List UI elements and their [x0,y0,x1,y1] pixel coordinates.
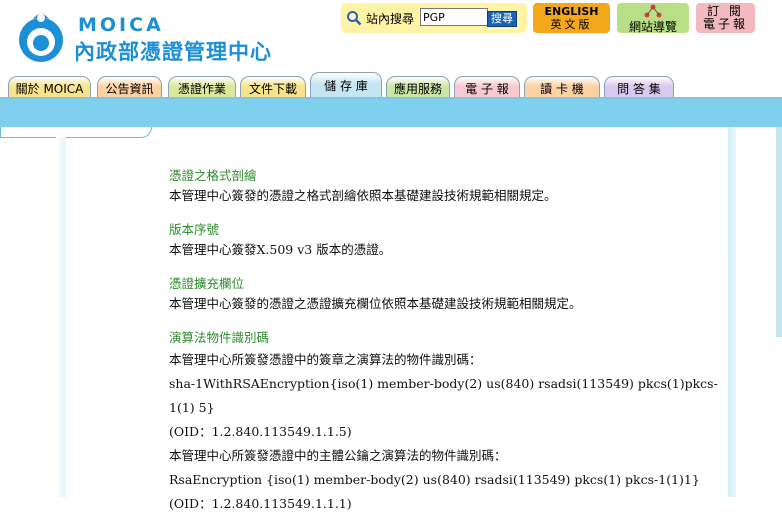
tab-faq[interactable]: 問 答 集 [604,76,674,98]
section-format-profile: 憑證之格式剖繪 本管理中心簽發的憑證之格式剖繪依照本基礎建設技術規範相關規定。 [169,166,729,206]
site-search: 站內搜尋 搜尋 [341,3,527,33]
section-algorithm-oid: 演算法物件識別碼 本管理中心所簽發憑證中的簽章之演算法的物件識別碼： sha-1… [169,328,729,516]
section-text: 本管理中心簽發的憑證之格式剖繪依照本基礎建設技術規範相關規定。 [169,188,557,203]
section-title: 憑證之格式剖繪 [169,168,257,183]
logo-text-en: MOICA [78,14,164,36]
subnav-band [0,99,782,127]
logo-text-zh: 內政部憑證管理中心 [74,40,272,64]
sitemap-icon [644,4,662,18]
content-left-border [56,137,66,497]
section-text: (OID：1.2.840.113549.1.1.1) [169,496,352,511]
moica-logo-icon [19,14,63,62]
newsletter-sublabel: 電子報 [702,17,748,31]
content-right-border [728,127,736,497]
english-version-button[interactable]: ENGLISH 英文版 [533,3,610,33]
english-sublabel: 英文版 [550,18,593,31]
tab-announcements[interactable]: 公告資訊 [97,76,162,98]
sitemap-label: 網站導覽 [628,20,677,34]
section-title: 版本序號 [169,222,220,237]
section-text: 本管理中心簽發X.509 v3 版本的憑證。 [169,242,392,257]
subnav-band-tail [0,127,152,138]
tab-certificate-ops[interactable]: 憑證作業 [168,76,236,98]
tab-applications[interactable]: 應用服務 [386,76,450,98]
page-scrollbar[interactable] [776,127,782,337]
search-input[interactable] [420,8,488,26]
section-text: 本管理中心所簽發憑證中的主體公鑰之演算法的物件識別碼： [169,448,507,463]
section-version: 版本序號 本管理中心簽發X.509 v3 版本的憑證。 [169,220,729,260]
section-extensions: 憑證擴充欄位 本管理中心簽發的憑證之憑證擴充欄位依照本基礎建設技術規範相關規定。 [169,274,729,314]
section-text: (OID：1.2.840.113549.1.1.5) [169,424,352,439]
tab-card-reader[interactable]: 讀 卡 機 [524,76,600,98]
english-label: ENGLISH [544,5,599,18]
main-content: 憑證之格式剖繪 本管理中心簽發的憑證之格式剖繪依照本基礎建設技術規範相關規定。 … [169,166,729,530]
section-text: 本管理中心所簽發憑證中的簽章之演算法的物件識別碼： [169,352,482,367]
newsletter-subscribe-button[interactable]: 訂 閱 電子報 [696,3,755,33]
tab-document-download[interactable]: 文件下載 [240,76,306,98]
section-text: sha-1WithRSAEncryption{iso(1) member-bod… [169,376,718,415]
search-label: 站內搜尋 [366,12,415,26]
magnifier-icon [347,11,362,26]
search-button[interactable]: 搜尋 [487,11,517,27]
tab-newsletter[interactable]: 電 子 報 [454,76,520,98]
tab-repository[interactable]: 儲 存 庫 [310,72,382,98]
tab-about-moica[interactable]: 關於 MOICA [8,76,91,98]
section-text: 本管理中心簽發的憑證之憑證擴充欄位依照本基礎建設技術規範相關規定。 [169,296,582,311]
section-text: RsaEncryption {iso(1) member-body(2) us(… [169,472,700,487]
section-title: 憑證擴充欄位 [169,276,245,291]
section-title: 演算法物件識別碼 [169,330,270,345]
sitemap-button[interactable]: 網站導覽 [617,3,689,34]
